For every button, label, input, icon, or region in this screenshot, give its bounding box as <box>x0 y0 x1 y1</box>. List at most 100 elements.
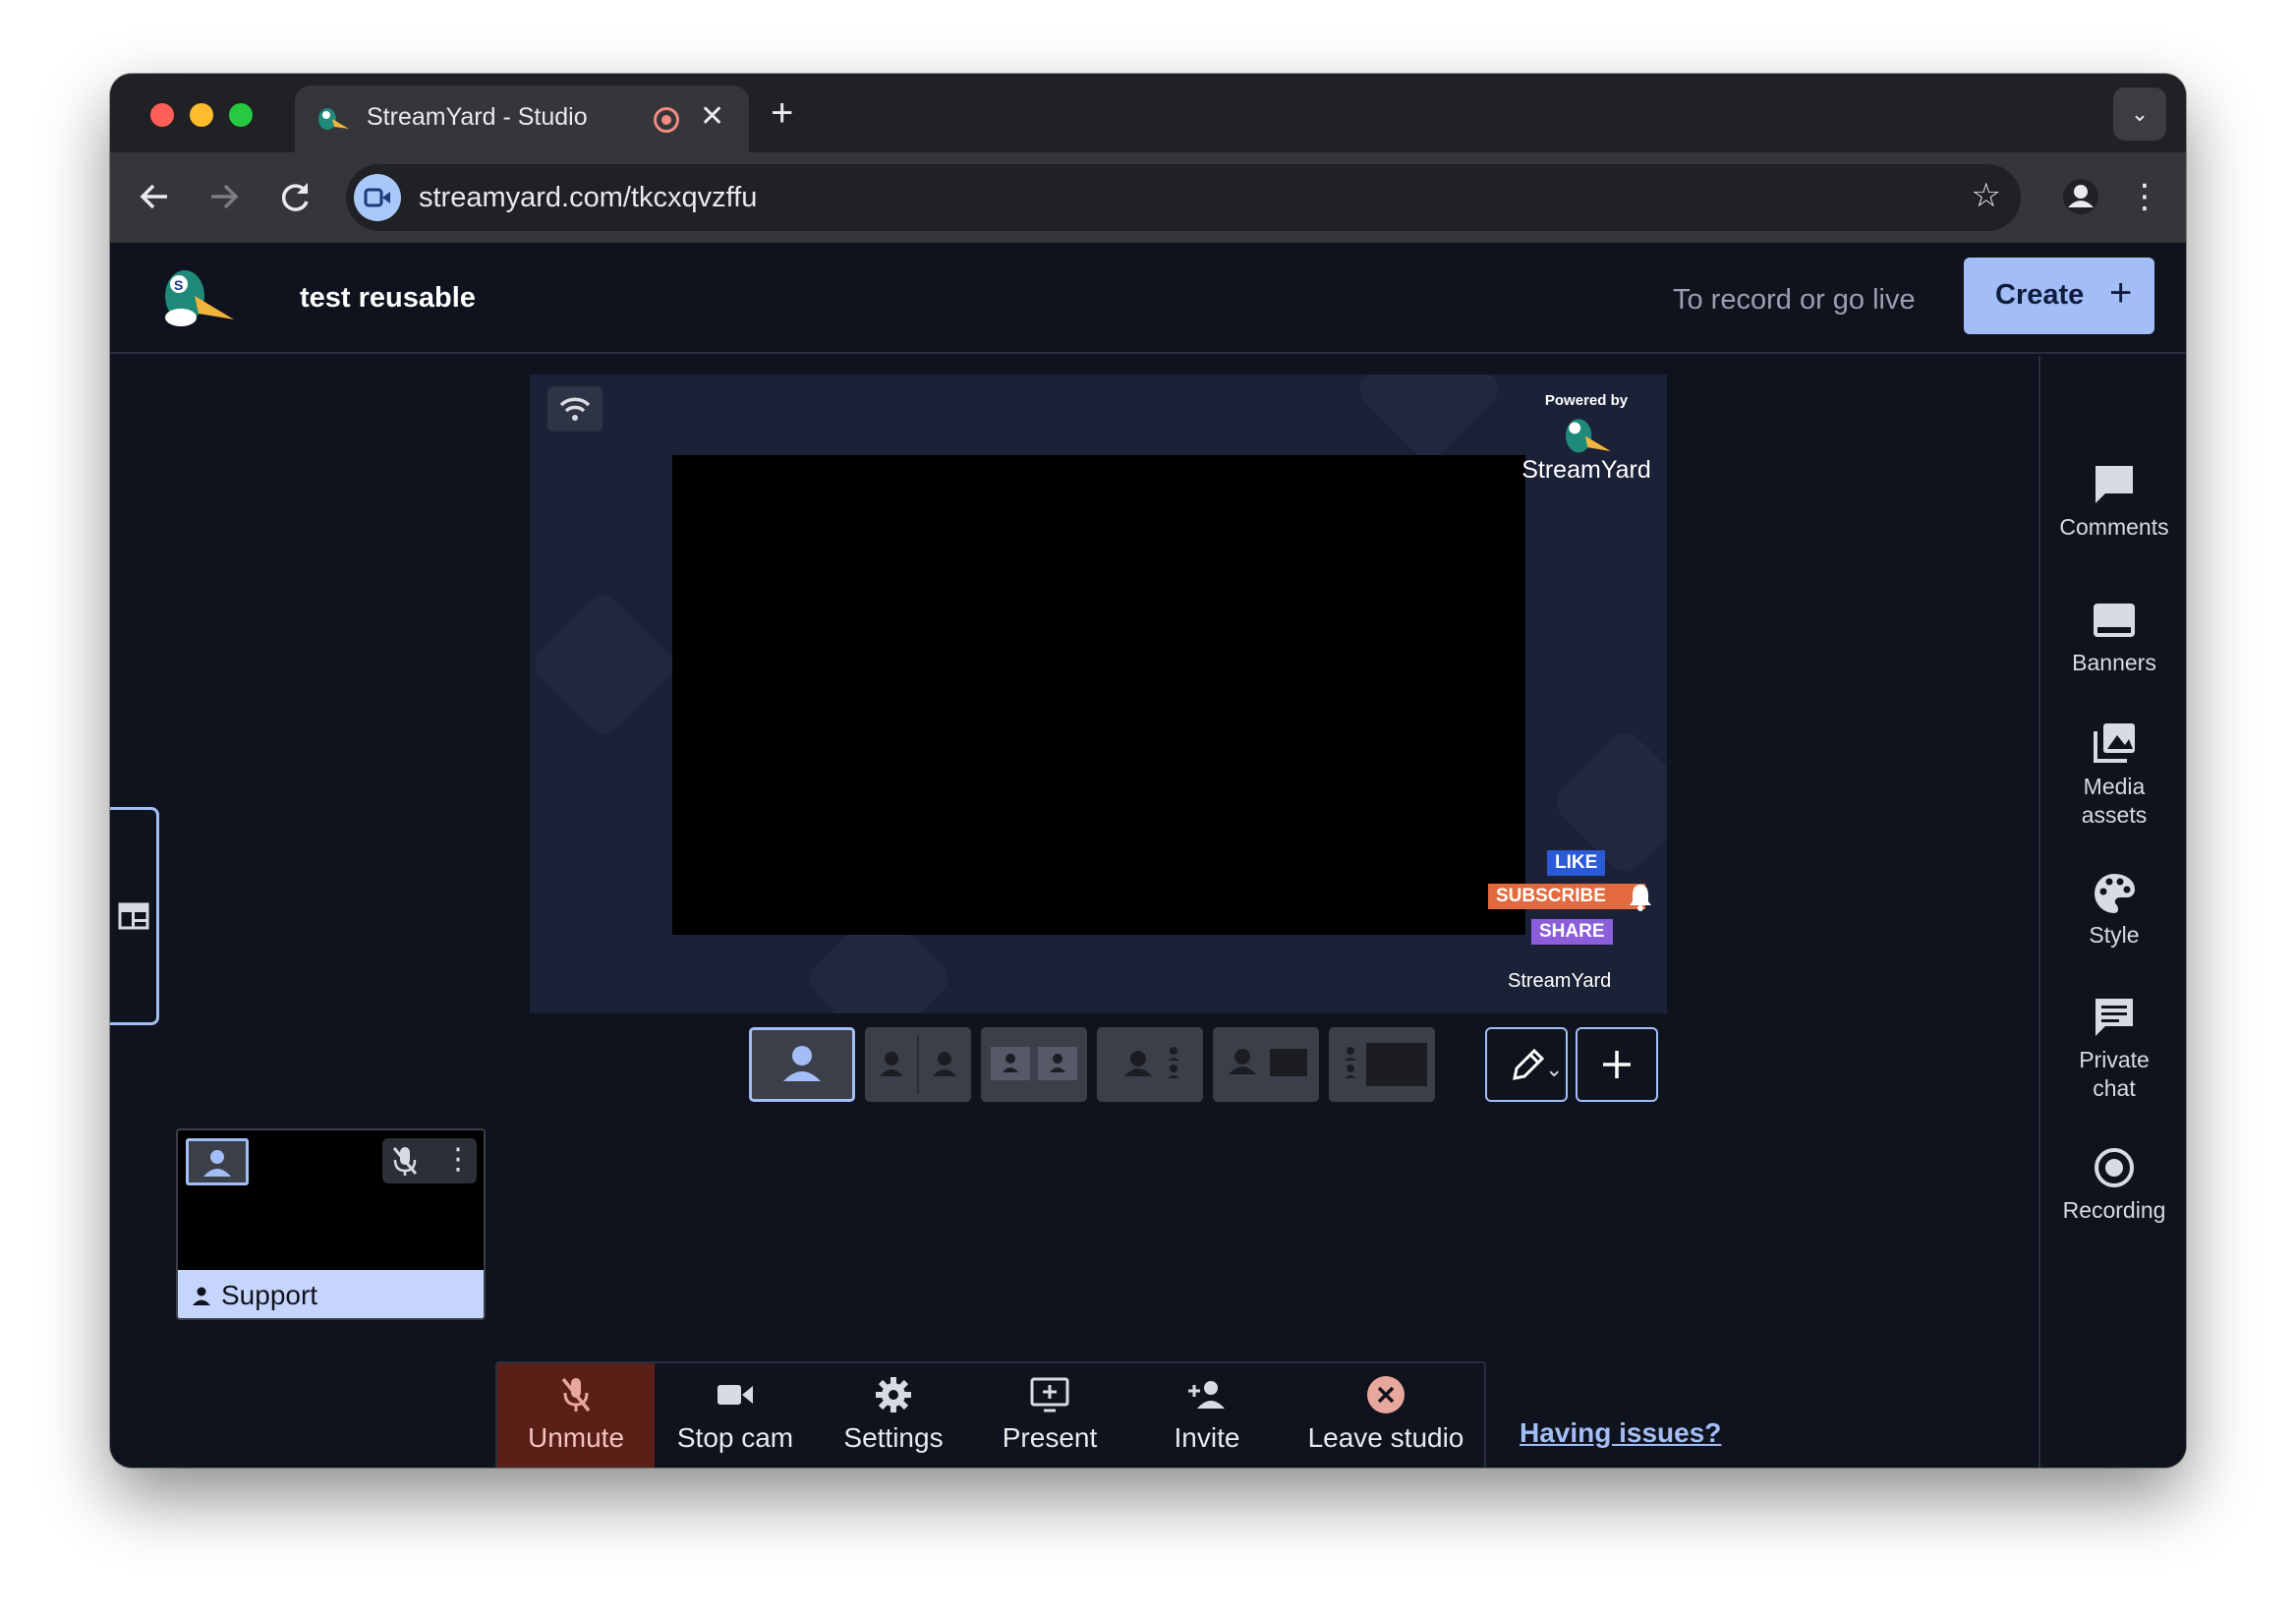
present-screen-icon <box>1030 1377 1069 1412</box>
stop-cam-button[interactable]: Stop cam <box>655 1363 816 1468</box>
powered-by-watermark: Powered by StreamYard <box>1513 392 1660 485</box>
connection-quality-button[interactable] <box>547 386 603 432</box>
unmute-label: Unmute <box>527 1422 625 1453</box>
browser-menu-button[interactable]: ⋮ <box>2125 172 2164 221</box>
new-tab-button[interactable]: + <box>771 91 793 135</box>
kebab-menu-icon: ⋮ <box>2128 178 2161 215</box>
left-panel-toggle[interactable] <box>110 807 159 1025</box>
having-issues-link[interactable]: Having issues? <box>1520 1417 1721 1449</box>
recording-indicator-icon <box>654 107 679 133</box>
banners-icon <box>2094 604 2135 637</box>
url-text[interactable]: streamyard.com/tkcxqvzffu <box>419 182 757 214</box>
add-person-icon <box>1188 1381 1225 1409</box>
profile-button[interactable] <box>2056 172 2105 221</box>
stage-decoration <box>530 588 680 741</box>
invite-label: Invite <box>1174 1422 1240 1453</box>
like-badge: LIKE <box>1547 850 1606 876</box>
layout-group-button[interactable] <box>865 1027 971 1102</box>
sidebar-item-media-assets[interactable]: Media assets <box>2040 721 2186 830</box>
invite-button[interactable]: Invite <box>1128 1363 1286 1468</box>
participant-name-bar: Support <box>178 1270 484 1318</box>
layout-solo-button[interactable] <box>749 1027 855 1102</box>
tab-search-button[interactable]: ⌄ <box>2113 87 2166 141</box>
layout-leader-button[interactable] <box>981 1027 1087 1102</box>
sidebar-item-private-chat[interactable]: Private chat <box>2040 995 2186 1103</box>
mic-off-icon[interactable] <box>382 1138 428 1183</box>
sidebar-item-comments[interactable]: Comments <box>2040 462 2186 542</box>
bookmark-star-icon[interactable]: ☆ <box>1972 176 2001 215</box>
sidebar-item-label: Banners <box>2072 650 2156 675</box>
video-camera-icon <box>718 1385 753 1405</box>
sidebar-item-label: Comments <box>2059 514 2169 540</box>
layout-screen-sidebar-button[interactable] <box>1329 1027 1435 1102</box>
back-button[interactable] <box>130 172 179 221</box>
sidebar-item-banners[interactable]: Banners <box>2040 598 2186 677</box>
person-icon <box>193 1287 210 1305</box>
private-chat-icon <box>2095 999 2133 1036</box>
create-button[interactable]: Create + <box>1964 258 2154 334</box>
share-badge: SHARE <box>1531 919 1613 945</box>
person-icon <box>783 1046 821 1081</box>
close-window-button[interactable] <box>150 103 174 127</box>
edit-layout-button[interactable] <box>1485 1027 1568 1102</box>
plus-icon <box>1603 1051 1631 1078</box>
recording-icon <box>2095 1148 2134 1187</box>
add-layout-button[interactable] <box>1576 1027 1658 1102</box>
layout-sidebar-button[interactable] <box>1097 1027 1203 1102</box>
arrow-left-icon <box>140 184 167 209</box>
sidebar-item-label: Style <box>2089 922 2140 948</box>
chevron-down-icon: ⌄ <box>2130 101 2150 126</box>
add-to-stage-button[interactable] <box>186 1138 249 1185</box>
close-circle-icon <box>1367 1376 1405 1413</box>
participant-tile[interactable]: ⋮ Support <box>176 1128 486 1320</box>
leave-studio-button[interactable]: Leave studio <box>1286 1363 1486 1468</box>
powered-by-text: Powered by <box>1544 392 1629 409</box>
streamyard-logo-icon[interactable]: S <box>157 262 236 331</box>
present-label: Present <box>1002 1422 1098 1453</box>
present-button[interactable]: Present <box>971 1363 1128 1468</box>
unmute-button[interactable]: Unmute <box>497 1363 655 1468</box>
person-with-screen-icon <box>1229 1049 1307 1076</box>
sidebar-item-label: Private chat <box>2079 1047 2150 1101</box>
streamyard-logo-icon <box>1565 419 1611 453</box>
reload-button[interactable] <box>270 172 319 221</box>
site-info-button[interactable] <box>354 174 401 221</box>
studio-name[interactable]: test reusable <box>300 282 476 315</box>
streamyard-favicon-icon <box>318 108 349 130</box>
media-assets-icon <box>2094 723 2135 763</box>
two-persons-icon <box>880 1035 956 1094</box>
browser-toolbar: streamyard.com/tkcxqvzffu ☆ ⋮ <box>110 152 2186 243</box>
studio-controls: Unmute Stop cam Settings Present Invite … <box>495 1361 1486 1468</box>
profile-icon <box>2063 179 2098 214</box>
wifi-icon <box>559 397 591 421</box>
tab-close-button[interactable]: ✕ <box>700 99 724 135</box>
minimize-window-button[interactable] <box>190 103 213 127</box>
settings-button[interactable]: Settings <box>816 1363 971 1468</box>
address-bar[interactable]: streamyard.com/tkcxqvzffu ☆ <box>346 164 2021 231</box>
engagement-badges: LIKE SUBSCRIBE SHARE <box>1488 846 1665 954</box>
stop-cam-label: Stop cam <box>676 1422 794 1453</box>
style-palette-icon <box>2095 874 2135 913</box>
bell-icon <box>1630 885 1651 911</box>
layout-panel-icon <box>118 902 149 930</box>
participant-menu-kebab-icon[interactable]: ⋮ <box>443 1142 473 1177</box>
video-camera-icon <box>364 188 390 207</box>
sidebar-item-label: Media assets <box>2081 774 2148 828</box>
maximize-window-button[interactable] <box>229 103 253 127</box>
tab-title: StreamYard - Studio <box>367 103 588 131</box>
person-icon <box>203 1150 231 1177</box>
plus-icon: + <box>2109 271 2133 315</box>
stage-decoration <box>1352 375 1506 466</box>
arrow-right-icon <box>211 184 239 209</box>
sidebar-item-style[interactable]: Style <box>2040 870 2186 950</box>
person-with-sidebar-icon <box>1124 1047 1179 1078</box>
sidebar-item-recording[interactable]: Recording <box>2040 1145 2186 1225</box>
layout-screen-share-button[interactable] <box>1213 1027 1319 1102</box>
brand-text: StreamYard <box>1521 456 1651 484</box>
forward-button[interactable] <box>200 172 249 221</box>
broadcast-stage[interactable]: Powered by StreamYard LIKE SUBSCRIBE SHA… <box>530 375 1667 1013</box>
app-header: S test reusable To record or go live Cre… <box>110 243 2186 354</box>
participant-name: Support <box>221 1280 318 1310</box>
tab-strip: StreamYard - Studio ✕ + ⌄ <box>110 74 2186 152</box>
tab-streamyard-studio[interactable]: StreamYard - Studio ✕ <box>295 86 749 152</box>
